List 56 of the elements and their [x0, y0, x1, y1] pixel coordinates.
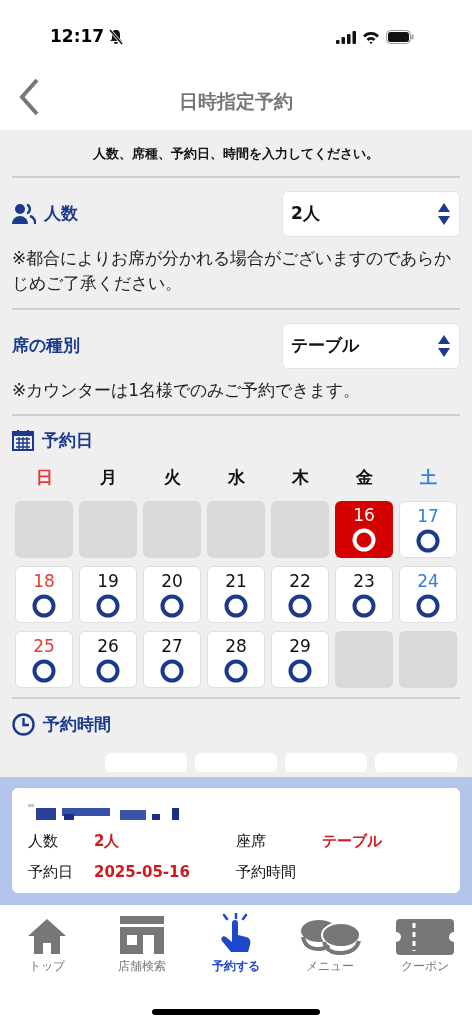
party-size-label: 人数 — [44, 201, 78, 225]
tab-bar-item[interactable]: トップ — [0, 913, 95, 975]
calendar-day[interactable]: 22 — [271, 565, 329, 623]
bell-slash-icon — [108, 29, 125, 45]
calendar-day[interactable]: 21 — [207, 565, 265, 623]
calendar-icon — [12, 429, 34, 452]
weekday-header: 日 — [34, 466, 54, 489]
tab-bar-item[interactable]: メニュー — [283, 913, 378, 975]
signal-icon — [336, 30, 356, 44]
calendar-day[interactable]: 23 — [335, 565, 393, 623]
seat-type-select[interactable]: テーブル — [282, 322, 460, 369]
summary-label: 人数 — [28, 831, 59, 852]
weekday-header: 木 — [290, 466, 310, 489]
calendar-day[interactable]: 28 — [207, 630, 265, 688]
calendar-day[interactable]: 20 — [143, 565, 201, 623]
calendar-day[interactable]: 17 — [399, 500, 457, 558]
calendar-day[interactable]: 19 — [79, 565, 137, 623]
weekday-header: 土 — [418, 466, 438, 489]
wifi-icon — [362, 30, 380, 44]
page-title: 日時指定予約 — [179, 88, 293, 114]
calendar-day[interactable]: 18 — [15, 565, 73, 623]
calendar-day[interactable]: 29 — [271, 630, 329, 688]
up-down-caret-icon — [437, 333, 451, 358]
clock-icon — [12, 712, 35, 736]
summary-label: 予約日 — [28, 861, 74, 883]
summary-label: 予約時間 — [236, 861, 297, 883]
calendar-day[interactable]: 26 — [79, 630, 137, 688]
party-size-note: ※都合によりお席が分かれる場合がございますのであらかじめご了承ください。 — [12, 246, 453, 295]
weekday-header: 月 — [98, 466, 118, 489]
tab-bar-item[interactable]: クーポン — [377, 913, 472, 975]
calendar-day[interactable]: 24 — [399, 565, 457, 623]
weekday-header: 水 — [226, 466, 246, 489]
store-icon — [118, 915, 165, 955]
weekday-header: 金 — [354, 466, 374, 489]
calendar-day[interactable]: 27 — [143, 630, 201, 688]
reservation-time-label: 予約時間 — [43, 712, 111, 736]
instruction-text: 人数、席種、予約日、時間を入力してください。 — [92, 145, 380, 163]
ticket-icon — [395, 919, 454, 955]
tab-bar-item[interactable]: 予約する — [188, 913, 284, 975]
tab-bar-item[interactable]: 店舗検索 — [94, 913, 189, 975]
calendar-day[interactable]: 16 — [335, 500, 393, 558]
calendar-day[interactable]: 25 — [15, 630, 73, 688]
up-down-caret-icon — [437, 201, 451, 226]
back-button[interactable] — [18, 78, 40, 116]
summary-value: テーブル — [322, 831, 382, 852]
weekday-header: 火 — [162, 466, 182, 489]
seat-type-label: 席の種別 — [12, 333, 80, 357]
summary-value: 2人 — [94, 831, 120, 852]
battery-icon — [386, 30, 414, 44]
status-time: 12:17 — [50, 25, 105, 49]
party-size-select[interactable]: 2人 — [282, 190, 460, 237]
summary-value: 2025-05-16 — [94, 861, 190, 883]
seat-type-note: ※カウンターは1名様でのみご予約できます。 — [12, 378, 362, 402]
summary-label: 座席 — [236, 831, 267, 852]
reservation-date-label: 予約日 — [42, 428, 93, 452]
people-icon — [12, 202, 36, 225]
